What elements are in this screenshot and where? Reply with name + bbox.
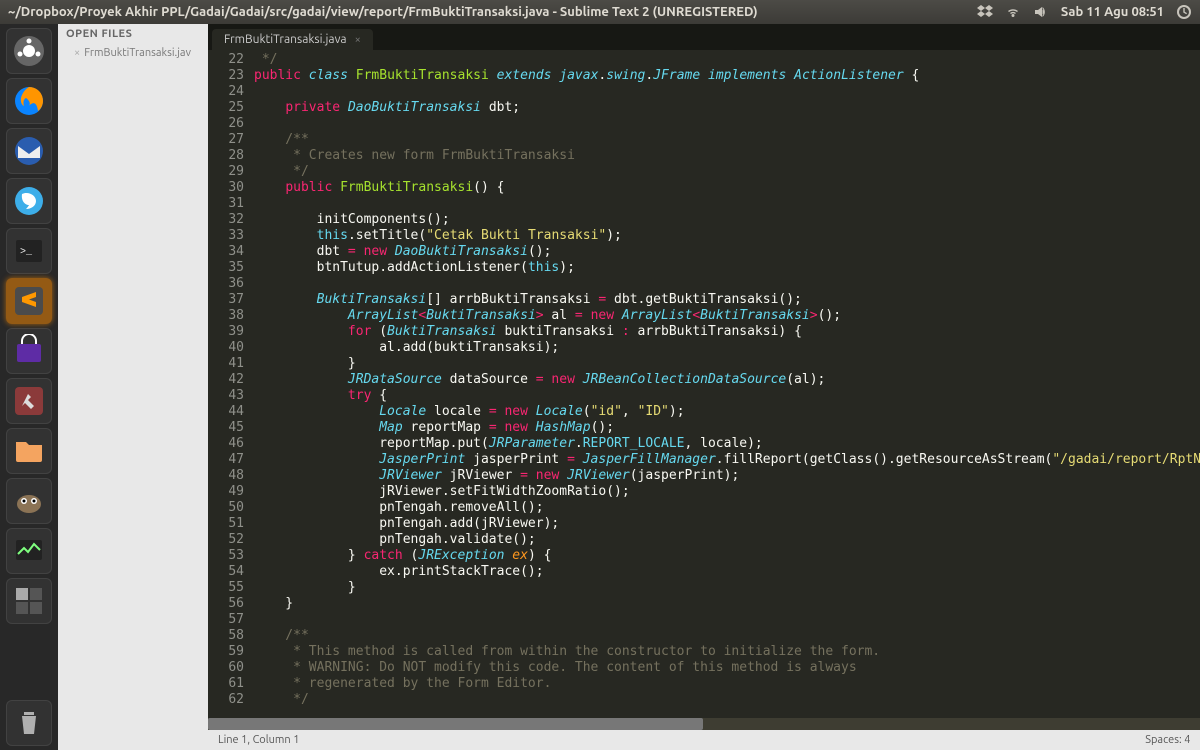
launcher-files[interactable] bbox=[6, 428, 52, 474]
launcher-firefox[interactable] bbox=[6, 78, 52, 124]
volume-icon[interactable] bbox=[1033, 4, 1049, 20]
status-position[interactable]: Line 1, Column 1 bbox=[218, 734, 299, 746]
wifi-icon[interactable] bbox=[1005, 4, 1021, 20]
dropbox-icon[interactable] bbox=[977, 4, 993, 20]
svg-text:>_: >_ bbox=[20, 247, 33, 258]
status-bar: Line 1, Column 1 Spaces: 4 Java bbox=[208, 730, 1200, 750]
sidebar-file-label: FrmBuktiTransaksi.jav bbox=[84, 47, 191, 59]
tab-bar: FrmBuktiTransaksi.java × bbox=[208, 24, 1200, 50]
launcher-system-monitor[interactable] bbox=[6, 528, 52, 574]
code-view[interactable]: 22 23 24 25 26 27 28 29 30 31 32 33 34 3… bbox=[208, 50, 1200, 718]
launcher-software-center[interactable] bbox=[6, 328, 52, 374]
clock[interactable]: Sab 11 Agu 08:51 bbox=[1061, 5, 1164, 19]
tab-file[interactable]: FrmBuktiTransaksi.java × bbox=[212, 29, 373, 50]
sidebar-open-file[interactable]: × FrmBuktiTransaksi.jav bbox=[58, 44, 208, 62]
close-file-icon[interactable]: × bbox=[74, 47, 80, 59]
scrollbar-thumb[interactable] bbox=[208, 718, 703, 730]
indicator-area: Sab 11 Agu 08:51 bbox=[977, 4, 1192, 20]
sublime-window: OPEN FILES × FrmBuktiTransaksi.jav FrmBuk… bbox=[58, 24, 1200, 750]
launcher-gimp[interactable] bbox=[6, 478, 52, 524]
tab-close-icon[interactable]: × bbox=[355, 34, 361, 46]
line-number-gutter: 22 23 24 25 26 27 28 29 30 31 32 33 34 3… bbox=[208, 50, 254, 718]
launcher-sublime[interactable] bbox=[6, 278, 52, 324]
launcher-settings[interactable] bbox=[6, 378, 52, 424]
tab-label: FrmBuktiTransaksi.java bbox=[224, 33, 347, 46]
status-spaces[interactable]: Spaces: 4 bbox=[1145, 734, 1190, 746]
sidebar-open-files-header: OPEN FILES bbox=[58, 24, 208, 44]
launcher-dash[interactable] bbox=[6, 28, 52, 74]
sidebar: OPEN FILES × FrmBuktiTransaksi.jav bbox=[58, 24, 208, 750]
session-icon[interactable] bbox=[1176, 4, 1192, 20]
code-content[interactable]: */public class FrmBuktiTransaksi extends… bbox=[254, 50, 1200, 718]
editor-area: FrmBuktiTransaksi.java × 22 23 24 25 26 … bbox=[208, 24, 1200, 750]
launcher-trash[interactable] bbox=[6, 700, 52, 746]
launcher-workspace-switcher[interactable] bbox=[6, 578, 52, 624]
launcher-thunderbird[interactable] bbox=[6, 128, 52, 174]
window-title: ~/Dropbox/Proyek Akhir PPL/Gadai/Gadai/s… bbox=[8, 5, 977, 19]
system-top-panel: ~/Dropbox/Proyek Akhir PPL/Gadai/Gadai/s… bbox=[0, 0, 1200, 24]
horizontal-scrollbar[interactable] bbox=[208, 718, 1200, 730]
unity-launcher: >_ bbox=[0, 24, 58, 750]
launcher-terminal[interactable]: >_ bbox=[6, 228, 52, 274]
launcher-gwibber[interactable] bbox=[6, 178, 52, 224]
